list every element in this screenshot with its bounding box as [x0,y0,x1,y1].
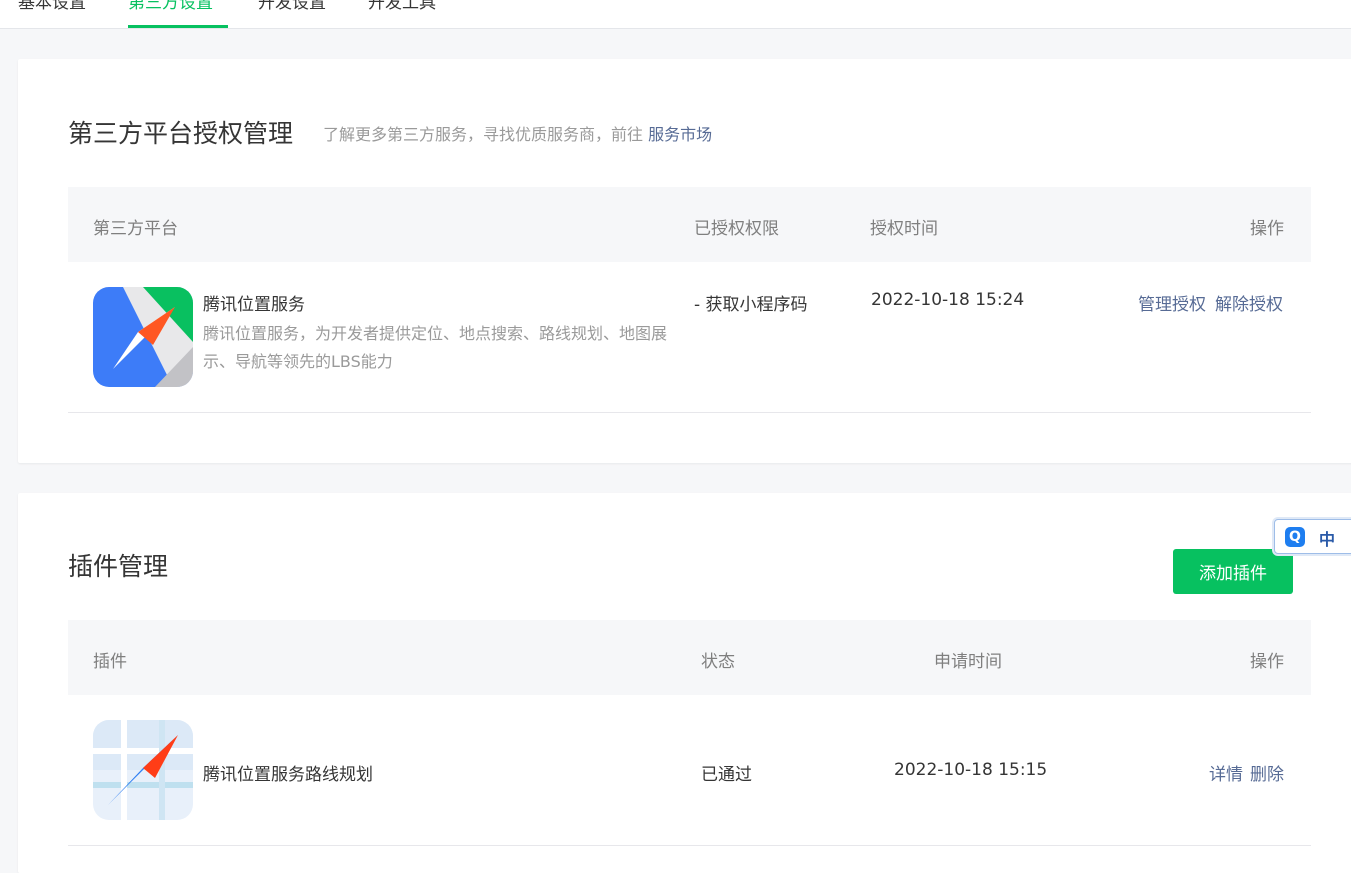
plugin-management-card: 插件管理 添加插件 插件 状态 申请时间 操作 腾讯位置服务路线规划 已通过 2… [18,493,1351,873]
ime-logo-icon: Q [1285,527,1305,547]
tab-basic-settings[interactable]: 基本设置 [18,0,86,13]
platform-name: 腾讯位置服务 [203,295,305,315]
ime-mode-toggle[interactable]: 中 [1319,526,1335,550]
col-auth-time: 授权时间 [870,219,938,239]
third-party-auth-card: 第三方平台授权管理 了解更多第三方服务，寻找优质服务商，前往 服务市场 第三方平… [18,59,1351,463]
add-plugin-button[interactable]: 添加插件 [1173,549,1293,594]
active-tab-indicator [128,25,228,28]
plugin-section-title: 插件管理 [68,552,169,581]
tab-dev-tools[interactable]: 开发工具 [368,0,436,13]
auth-table-header: 第三方平台 已授权权限 授权时间 操作 [68,187,1311,262]
plugin-apply-time: 2022-10-18 15:15 [894,760,1048,780]
ime-toolbar[interactable]: Q 中 [1274,519,1351,554]
auth-subtitle-text: 了解更多第三方服务，寻找优质服务商，前往 [323,125,644,144]
top-tab-bar: 基本设置 第三方设置 开发设置 开发工具 [0,0,1351,29]
table-row: 腾讯位置服务路线规划 已通过 2022-10-18 15:15 详情 删除 [68,695,1311,846]
plugin-status: 已通过 [701,765,752,785]
auth-section-subtitle: 了解更多第三方服务，寻找优质服务商，前往 服务市场 [323,121,712,145]
col-plugin-action: 操作 [1250,652,1284,672]
service-market-link[interactable]: 服务市场 [648,125,712,144]
auth-section-title: 第三方平台授权管理 [68,119,294,148]
permission-value: - 获取小程序码 [694,295,808,315]
col-permission: 已授权权限 [694,219,779,239]
compass-map-icon [93,287,193,387]
manage-auth-link[interactable]: 管理授权 [1138,290,1206,315]
plugin-name: 腾讯位置服务路线规划 [203,765,373,785]
revoke-auth-link[interactable]: 解除授权 [1215,290,1283,315]
route-plan-icon [93,720,193,820]
col-apply-time: 申请时间 [934,652,1002,672]
col-action: 操作 [1250,219,1284,239]
col-plugin: 插件 [93,652,127,672]
plugin-delete-link[interactable]: 删除 [1250,760,1284,785]
tab-dev-settings[interactable]: 开发设置 [258,0,326,13]
plugin-table-header: 插件 状态 申请时间 操作 [68,620,1311,695]
col-status: 状态 [701,652,735,672]
col-platform: 第三方平台 [93,219,178,239]
table-row: 腾讯位置服务 腾讯位置服务，为开发者提供定位、地点搜索、路线规划、地图展示、导航… [68,262,1311,413]
tab-third-party-settings[interactable]: 第三方设置 [128,0,213,13]
plugin-detail-link[interactable]: 详情 [1209,760,1243,785]
platform-description: 腾讯位置服务，为开发者提供定位、地点搜索、路线规划、地图展示、导航等领先的LBS… [203,324,668,371]
auth-time-value: 2022-10-18 15:24 [871,290,1025,310]
